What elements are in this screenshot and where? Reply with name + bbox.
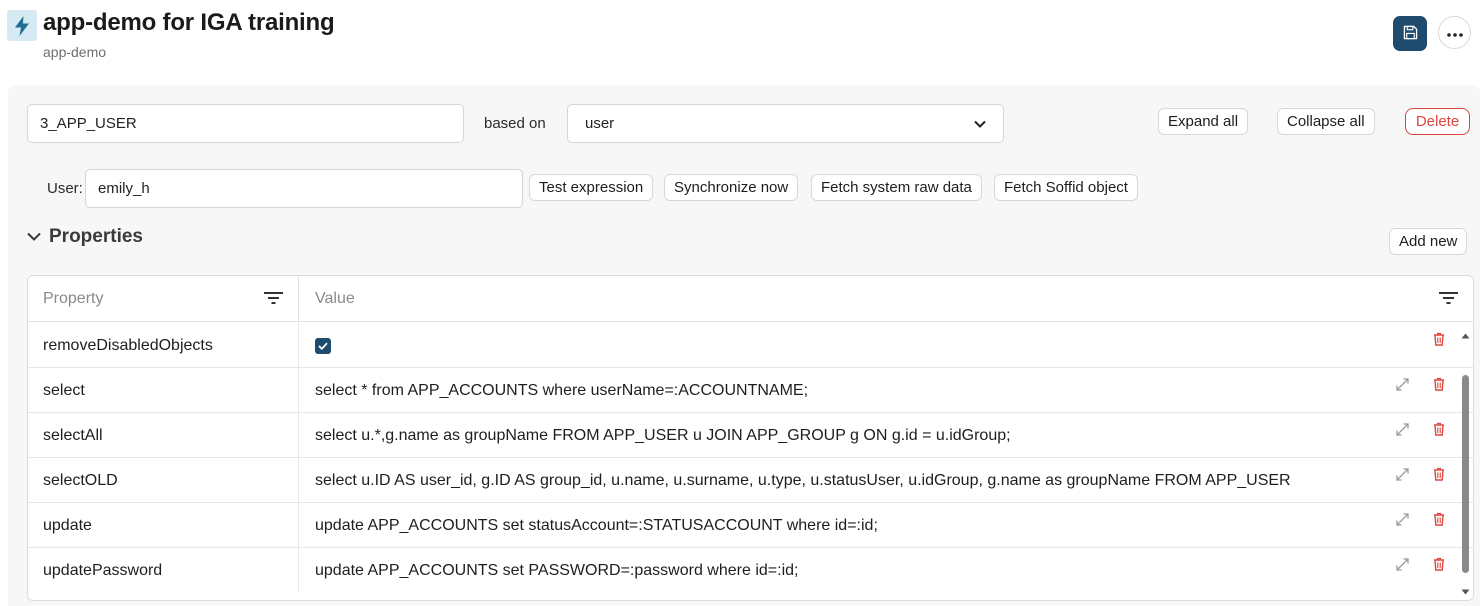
value-cell: update APP_ACCOUNTS set statusAccount=:S…: [315, 516, 878, 534]
based-on-value: user: [585, 115, 615, 132]
table-row: select select * from APP_ACCOUNTS where …: [28, 368, 1473, 413]
scroll-up-arrow-icon[interactable]: [1461, 326, 1470, 344]
value-cell: select u.ID AS user_id, g.ID AS group_id…: [315, 471, 1291, 489]
more-button[interactable]: [1438, 16, 1471, 49]
expand-icon[interactable]: [1396, 558, 1409, 576]
delete-button[interactable]: Delete: [1405, 108, 1470, 135]
trash-icon[interactable]: [1433, 332, 1445, 351]
based-on-label: based on: [484, 115, 546, 132]
scroll-down-arrow-icon[interactable]: [1461, 582, 1470, 600]
value-cell: select * from APP_ACCOUNTS where userNam…: [315, 381, 809, 399]
table-row: update update APP_ACCOUNTS set statusAcc…: [28, 503, 1473, 548]
table-body: removeDisabledObjects select select * fr…: [28, 323, 1473, 593]
table-row: selectOLD select u.ID AS user_id, g.ID A…: [28, 458, 1473, 503]
property-cell: select: [28, 368, 299, 413]
trash-icon[interactable]: [1433, 422, 1445, 441]
expand-icon[interactable]: [1396, 423, 1409, 441]
add-new-button[interactable]: Add new: [1389, 228, 1468, 255]
property-cell: selectAll: [28, 413, 299, 458]
expand-all-button[interactable]: Expand all: [1158, 108, 1249, 135]
table-header: Property Value: [28, 276, 1473, 322]
expand-icon[interactable]: [1396, 378, 1409, 396]
page-header: app-demo for IGA training app-demo: [0, 0, 1482, 84]
property-cell: update: [28, 503, 299, 548]
fetch-raw-data-button[interactable]: Fetch system raw data: [811, 174, 982, 201]
column-header-value: Value: [299, 276, 1473, 322]
property-cell: selectOLD: [28, 458, 299, 503]
trash-icon[interactable]: [1433, 467, 1445, 486]
user-label: User:: [47, 180, 83, 197]
lightning-icon: [7, 10, 37, 41]
value-cell: select u.*,g.name as groupName FROM APP_…: [315, 426, 1011, 444]
chevron-down-icon: [27, 228, 41, 246]
table-row: removeDisabledObjects: [28, 323, 1473, 368]
based-on-select[interactable]: user: [567, 104, 1004, 143]
checkbox-checked[interactable]: [315, 337, 331, 354]
expand-icon[interactable]: [1396, 468, 1409, 486]
property-cell: updatePassword: [28, 548, 299, 593]
value-cell: [299, 323, 1379, 368]
collapse-all-button[interactable]: Collapse all: [1277, 108, 1375, 135]
trash-icon[interactable]: [1433, 377, 1445, 396]
test-expression-button[interactable]: Test expression: [529, 174, 654, 201]
scrollbar-thumb[interactable]: [1462, 375, 1469, 573]
value-cell: update APP_ACCOUNTS set PASSWORD=:passwo…: [315, 561, 799, 579]
object-panel: based on user Expand all Collapse all De…: [8, 85, 1480, 606]
trash-icon[interactable]: [1433, 557, 1445, 576]
save-button[interactable]: [1393, 16, 1427, 51]
property-cell: removeDisabledObjects: [28, 323, 299, 368]
more-horizontal-icon: [1446, 25, 1463, 40]
save-icon: [1403, 25, 1418, 43]
column-header-label: Value: [315, 290, 355, 307]
synchronize-now-button[interactable]: Synchronize now: [664, 174, 799, 201]
page-subtitle: app-demo: [43, 44, 107, 60]
properties-toggle[interactable]: Properties: [27, 226, 143, 248]
column-header-property: Property: [28, 276, 299, 322]
column-header-label: Property: [43, 290, 104, 307]
fetch-soffid-object-button[interactable]: Fetch Soffid object: [994, 174, 1138, 201]
user-input[interactable]: [85, 169, 523, 208]
properties-title: Properties: [49, 226, 143, 247]
filter-icon[interactable]: [264, 291, 283, 310]
table-row: updatePassword update APP_ACCOUNTS set P…: [28, 548, 1473, 593]
vertical-scrollbar[interactable]: [1460, 326, 1472, 596]
table-row: selectAll select u.*,g.name as groupName…: [28, 413, 1473, 458]
trash-icon[interactable]: [1433, 512, 1445, 531]
page-title: app-demo for IGA training: [43, 9, 335, 36]
object-name-input[interactable]: [27, 104, 464, 143]
properties-table: Property Value removeDisabledObjects sel…: [27, 275, 1474, 601]
filter-icon[interactable]: [1439, 291, 1458, 310]
expand-icon[interactable]: [1396, 513, 1409, 531]
chevron-down-icon: [974, 115, 986, 133]
